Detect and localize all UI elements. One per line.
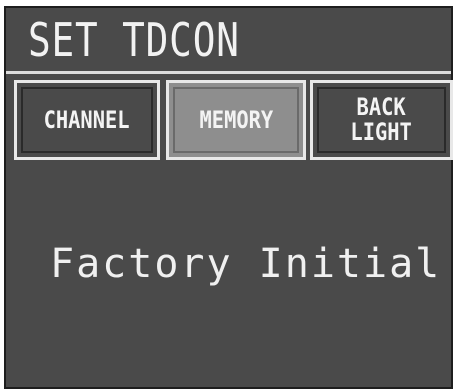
tab-channel[interactable]: CHANNEL bbox=[14, 80, 160, 160]
lcd-screen: SET TDCON CHANNEL MEMORY BACK LIGHT Fact… bbox=[4, 6, 453, 389]
screen-title: SET TDCON bbox=[28, 13, 240, 67]
title-bar: SET TDCON bbox=[6, 8, 451, 74]
tab-memory[interactable]: MEMORY bbox=[166, 80, 306, 160]
status-message: Factory Initial bbox=[50, 241, 442, 287]
tab-backlight-label: BACK LIGHT bbox=[350, 93, 413, 146]
tab-bar: CHANNEL MEMORY BACK LIGHT bbox=[6, 80, 453, 162]
tab-backlight[interactable]: BACK LIGHT bbox=[310, 80, 453, 160]
tab-channel-label: CHANNEL bbox=[44, 105, 130, 134]
tab-memory-label: MEMORY bbox=[199, 105, 273, 134]
